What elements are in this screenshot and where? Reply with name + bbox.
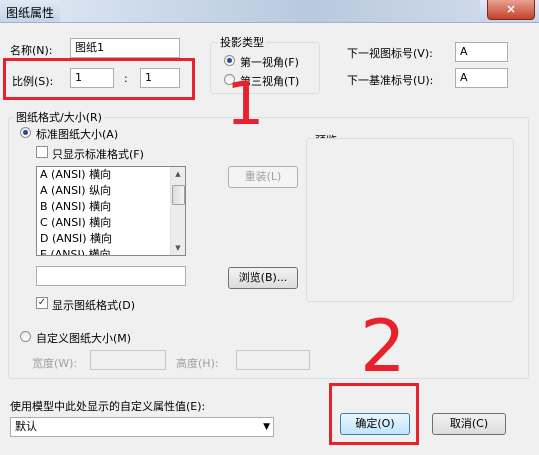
custom-prop-select[interactable]: 默认 ▼ bbox=[10, 417, 274, 437]
only-standard-label: 只显示标准格式(F) bbox=[52, 148, 144, 161]
first-angle-radio[interactable] bbox=[224, 55, 235, 66]
standard-size-label: 标准图纸大小(A) bbox=[36, 128, 119, 141]
first-angle-label: 第一视角(F) bbox=[240, 56, 299, 69]
next-view-label: 下一视图标号(V): bbox=[347, 47, 433, 60]
annotation-number-2: 2 bbox=[360, 304, 406, 388]
next-datum-input[interactable]: A bbox=[455, 68, 508, 88]
height-input[interactable] bbox=[236, 350, 310, 370]
reload-button[interactable]: 重装(L) bbox=[228, 166, 298, 188]
list-scrollbar[interactable]: ▲ ▼ bbox=[170, 167, 185, 255]
height-label: 高度(H): bbox=[176, 357, 219, 370]
list-item[interactable]: A (ANSI) 纵向 bbox=[37, 183, 185, 199]
width-input[interactable] bbox=[90, 350, 166, 370]
width-label: 宽度(W): bbox=[32, 357, 78, 370]
sheet-format-group-label: 图纸格式/大小(R) bbox=[14, 109, 104, 125]
cancel-button[interactable]: 取消(C) bbox=[432, 413, 506, 435]
list-item[interactable]: B (ANSI) 横向 bbox=[37, 199, 185, 215]
only-standard-checkbox[interactable] bbox=[36, 146, 48, 158]
list-item[interactable]: E (ANSI) 横向 bbox=[37, 247, 185, 255]
standard-size-radio[interactable] bbox=[20, 127, 31, 138]
title-bar-background bbox=[60, 0, 480, 22]
custom-prop-label: 使用模型中此处显示的自定义属性值(E): bbox=[10, 400, 206, 413]
annotation-box-1 bbox=[3, 58, 195, 100]
chevron-down-icon: ▼ bbox=[263, 422, 270, 432]
custom-prop-value: 默认 bbox=[15, 420, 37, 433]
close-icon: × bbox=[505, 2, 517, 16]
name-label: 名称(N): bbox=[10, 44, 53, 57]
annotation-number-1: 1 bbox=[226, 69, 265, 139]
list-item[interactable]: A (ANSI) 横向 bbox=[37, 167, 185, 183]
scroll-up-icon[interactable]: ▲ bbox=[171, 167, 185, 181]
next-view-input[interactable]: A bbox=[455, 42, 508, 62]
display-format-checkbox[interactable]: ✓ bbox=[36, 297, 48, 309]
close-button[interactable]: × bbox=[487, 0, 535, 20]
projection-group-label: 投影类型 bbox=[218, 34, 266, 50]
sheet-size-list[interactable]: A (ANSI) 横向 A (ANSI) 纵向 B (ANSI) 横向 C (A… bbox=[36, 166, 186, 256]
format-path-input[interactable] bbox=[36, 266, 186, 286]
name-input[interactable]: 图纸1 bbox=[70, 38, 180, 58]
browse-button[interactable]: 浏览(B)... bbox=[228, 267, 298, 289]
scroll-thumb[interactable] bbox=[172, 185, 185, 205]
title-bar: 图纸属性 × bbox=[0, 0, 539, 23]
display-format-label: 显示图纸格式(D) bbox=[52, 299, 136, 312]
list-item[interactable]: D (ANSI) 横向 bbox=[37, 231, 185, 247]
preview-area bbox=[306, 138, 514, 302]
next-datum-label: 下一基准标号(U): bbox=[347, 74, 434, 87]
custom-size-label: 自定义图纸大小(M) bbox=[36, 332, 132, 345]
window-title: 图纸属性 bbox=[6, 6, 55, 20]
annotation-box-2 bbox=[329, 383, 419, 445]
custom-size-radio[interactable] bbox=[20, 331, 31, 342]
list-item[interactable]: C (ANSI) 横向 bbox=[37, 215, 185, 231]
scroll-down-icon[interactable]: ▼ bbox=[171, 241, 185, 255]
